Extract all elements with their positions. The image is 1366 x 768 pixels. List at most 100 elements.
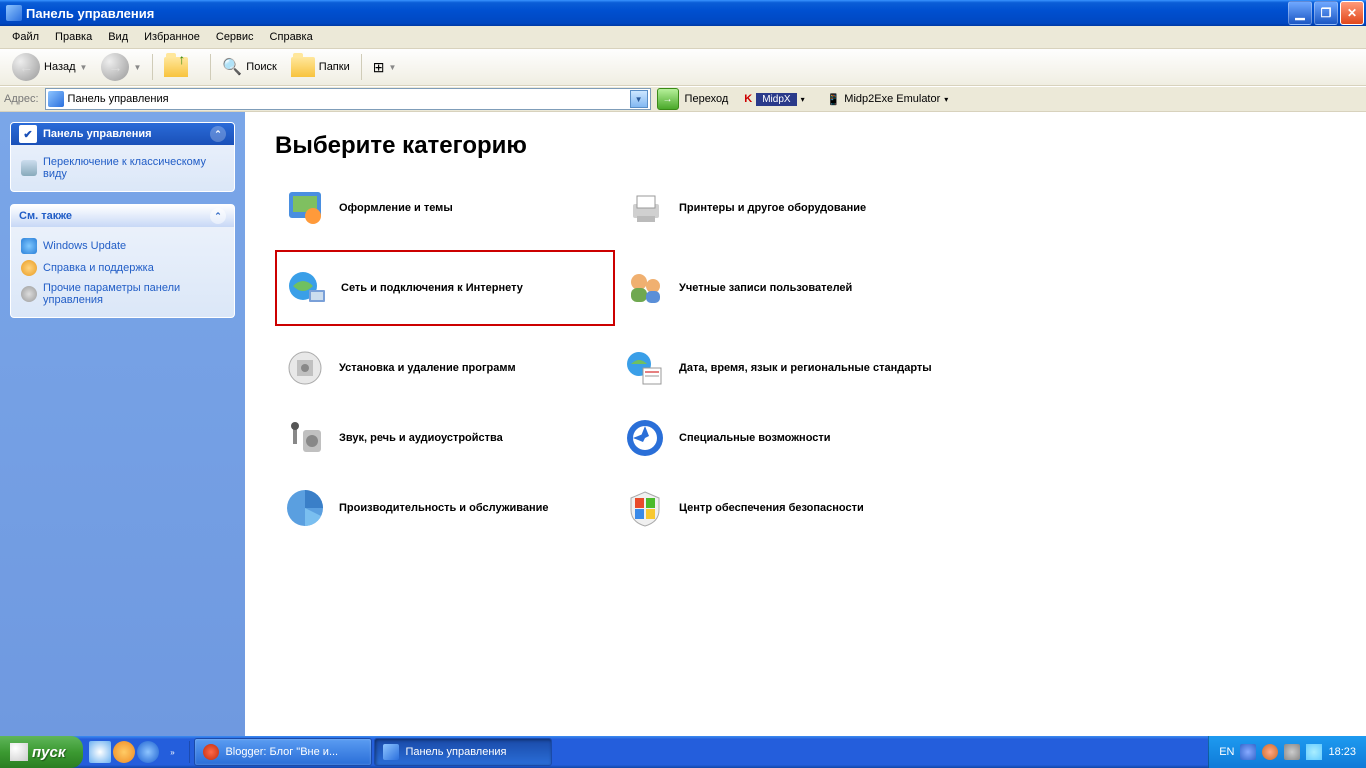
chevron-up-icon[interactable]: ⌃ [210, 126, 226, 142]
category-icon [283, 346, 327, 390]
address-icon [48, 91, 64, 107]
volume-icon[interactable] [1306, 744, 1322, 760]
address-value: Панель управления [68, 93, 169, 105]
menu-favorites[interactable]: Избранное [136, 29, 208, 45]
globe-icon [21, 238, 37, 254]
sidebar: ✔ Панель управления ⌃ Переключение к кла… [0, 112, 245, 736]
menu-view[interactable]: Вид [100, 29, 136, 45]
menu-tools[interactable]: Сервис [208, 29, 262, 45]
tray-icon[interactable] [1262, 744, 1278, 760]
system-tray[interactable]: EN 18:23 [1208, 736, 1366, 768]
chevron-up-icon[interactable]: ⌃ [210, 208, 226, 224]
clock[interactable]: 18:23 [1328, 746, 1356, 758]
category-icon [623, 266, 667, 310]
category-icon [623, 416, 667, 460]
ql-expand[interactable]: » [161, 741, 183, 763]
tray-icon[interactable] [1284, 744, 1300, 760]
back-label: Назад [44, 61, 76, 73]
category-label: Оформление и темы [339, 202, 453, 214]
menu-file[interactable]: Файл [4, 29, 47, 45]
folders-label: Папки [319, 61, 350, 73]
category-2[interactable]: Сеть и подключения к Интернету [275, 250, 615, 326]
address-bar: Адрес: Панель управления ▼ → Переход K M… [0, 86, 1366, 112]
menu-edit[interactable]: Правка [47, 29, 100, 45]
midpx-toolbar[interactable]: K MidpX ▾ [744, 93, 804, 106]
switch-classic-view-link[interactable]: Переключение к классическому виду [21, 153, 224, 183]
panel-title: См. также [19, 210, 72, 222]
back-arrow-icon: ← [12, 53, 40, 81]
control-panel-window: Панель управления ▁ ❐ ✕ Файл Правка Вид … [0, 0, 1366, 736]
gear-icon [21, 286, 37, 302]
windows-update-link[interactable]: Windows Update [21, 235, 224, 257]
toolbar: ← Назад ▼ → ▼ ↑ 🔍 Поиск Папки ⊞ ▼ [0, 49, 1366, 86]
help-support-link[interactable]: Справка и поддержка [21, 257, 224, 279]
category-icon [285, 266, 329, 310]
window-title: Панель управления [26, 6, 1288, 21]
category-icon [623, 346, 667, 390]
category-label: Специальные возможности [679, 432, 831, 444]
category-4[interactable]: Установка и удаление программ [275, 340, 615, 396]
menu-help[interactable]: Справка [262, 29, 321, 45]
ie-icon[interactable] [137, 741, 159, 763]
sidebar-panel-control: ✔ Панель управления ⌃ Переключение к кла… [10, 122, 235, 192]
category-5[interactable]: Дата, время, язык и региональные стандар… [615, 340, 995, 396]
window-icon [6, 5, 22, 21]
category-icon [283, 416, 327, 460]
menubar: Файл Правка Вид Избранное Сервис Справка [0, 26, 1366, 49]
search-icon: 🔍 [222, 57, 242, 77]
taskbar-button-control-panel[interactable]: Панель управления [374, 738, 552, 766]
show-desktop-icon[interactable] [89, 741, 111, 763]
taskbar-button-blogger[interactable]: Blogger: Блог "Вне и... [194, 738, 372, 766]
help-icon [21, 260, 37, 276]
search-label: Поиск [246, 61, 276, 73]
category-9[interactable]: Центр обеспечения безопасности [615, 480, 995, 536]
taskbar: пуск » Blogger: Блог "Вне и... Панель уп… [0, 736, 1366, 768]
category-3[interactable]: Учетные записи пользователей [615, 250, 995, 326]
close-button[interactable]: ✕ [1340, 1, 1364, 25]
back-button[interactable]: ← Назад ▼ [6, 51, 93, 83]
category-6[interactable]: Звук, речь и аудиоустройства [275, 410, 615, 466]
quick-launch: » [83, 741, 190, 763]
category-label: Установка и удаление программ [339, 362, 516, 374]
control-panel-icon [383, 744, 399, 760]
start-button[interactable]: пуск [0, 736, 83, 768]
views-button[interactable]: ⊞ ▼ [367, 51, 403, 83]
category-label: Производительность и обслуживание [339, 502, 549, 514]
category-1[interactable]: Принтеры и другое оборудование [615, 180, 995, 236]
category-7[interactable]: Специальные возможности [615, 410, 995, 466]
minimize-button[interactable]: ▁ [1288, 1, 1312, 25]
category-label: Сеть и подключения к Интернету [341, 282, 523, 294]
category-icon [283, 186, 327, 230]
maximize-button[interactable]: ❐ [1314, 1, 1338, 25]
category-label: Учетные записи пользователей [679, 282, 852, 294]
forward-button[interactable]: → ▼ [95, 51, 147, 83]
titlebar[interactable]: Панель управления ▁ ❐ ✕ [0, 0, 1366, 26]
other-options-link[interactable]: Прочие параметры панели управления [21, 279, 224, 309]
category-label: Принтеры и другое оборудование [679, 202, 866, 214]
category-0[interactable]: Оформление и темы [275, 180, 615, 236]
folders-button[interactable]: Папки [285, 51, 356, 83]
windows-flag-icon [10, 743, 28, 761]
classic-view-icon [21, 160, 37, 176]
address-label: Адрес: [4, 93, 39, 105]
search-button[interactable]: 🔍 Поиск [216, 51, 282, 83]
address-dropdown[interactable]: ▼ [630, 90, 648, 108]
category-label: Дата, время, язык и региональные стандар… [679, 362, 932, 374]
category-icon [623, 486, 667, 530]
tray-icon[interactable] [1240, 744, 1256, 760]
language-indicator[interactable]: EN [1219, 746, 1234, 758]
chrome-icon[interactable] [113, 741, 135, 763]
emulator-icon: 📱 [827, 93, 841, 106]
panel-title: Панель управления [43, 128, 152, 140]
category-icon [283, 486, 327, 530]
address-field[interactable]: Панель управления ▼ [45, 88, 651, 110]
up-button[interactable]: ↑ [158, 51, 205, 83]
category-label: Центр обеспечения безопасности [679, 502, 864, 514]
forward-arrow-icon: → [101, 53, 129, 81]
go-button[interactable]: → [657, 88, 679, 110]
category-label: Звук, речь и аудиоустройства [339, 432, 503, 444]
category-8[interactable]: Производительность и обслуживание [275, 480, 615, 536]
category-icon [623, 186, 667, 230]
midp2exe-toolbar[interactable]: 📱 Midp2Exe Emulator ▾ [827, 93, 949, 106]
sidebar-panel-seealso: См. также ⌃ Windows Update Справка и под… [10, 204, 235, 318]
